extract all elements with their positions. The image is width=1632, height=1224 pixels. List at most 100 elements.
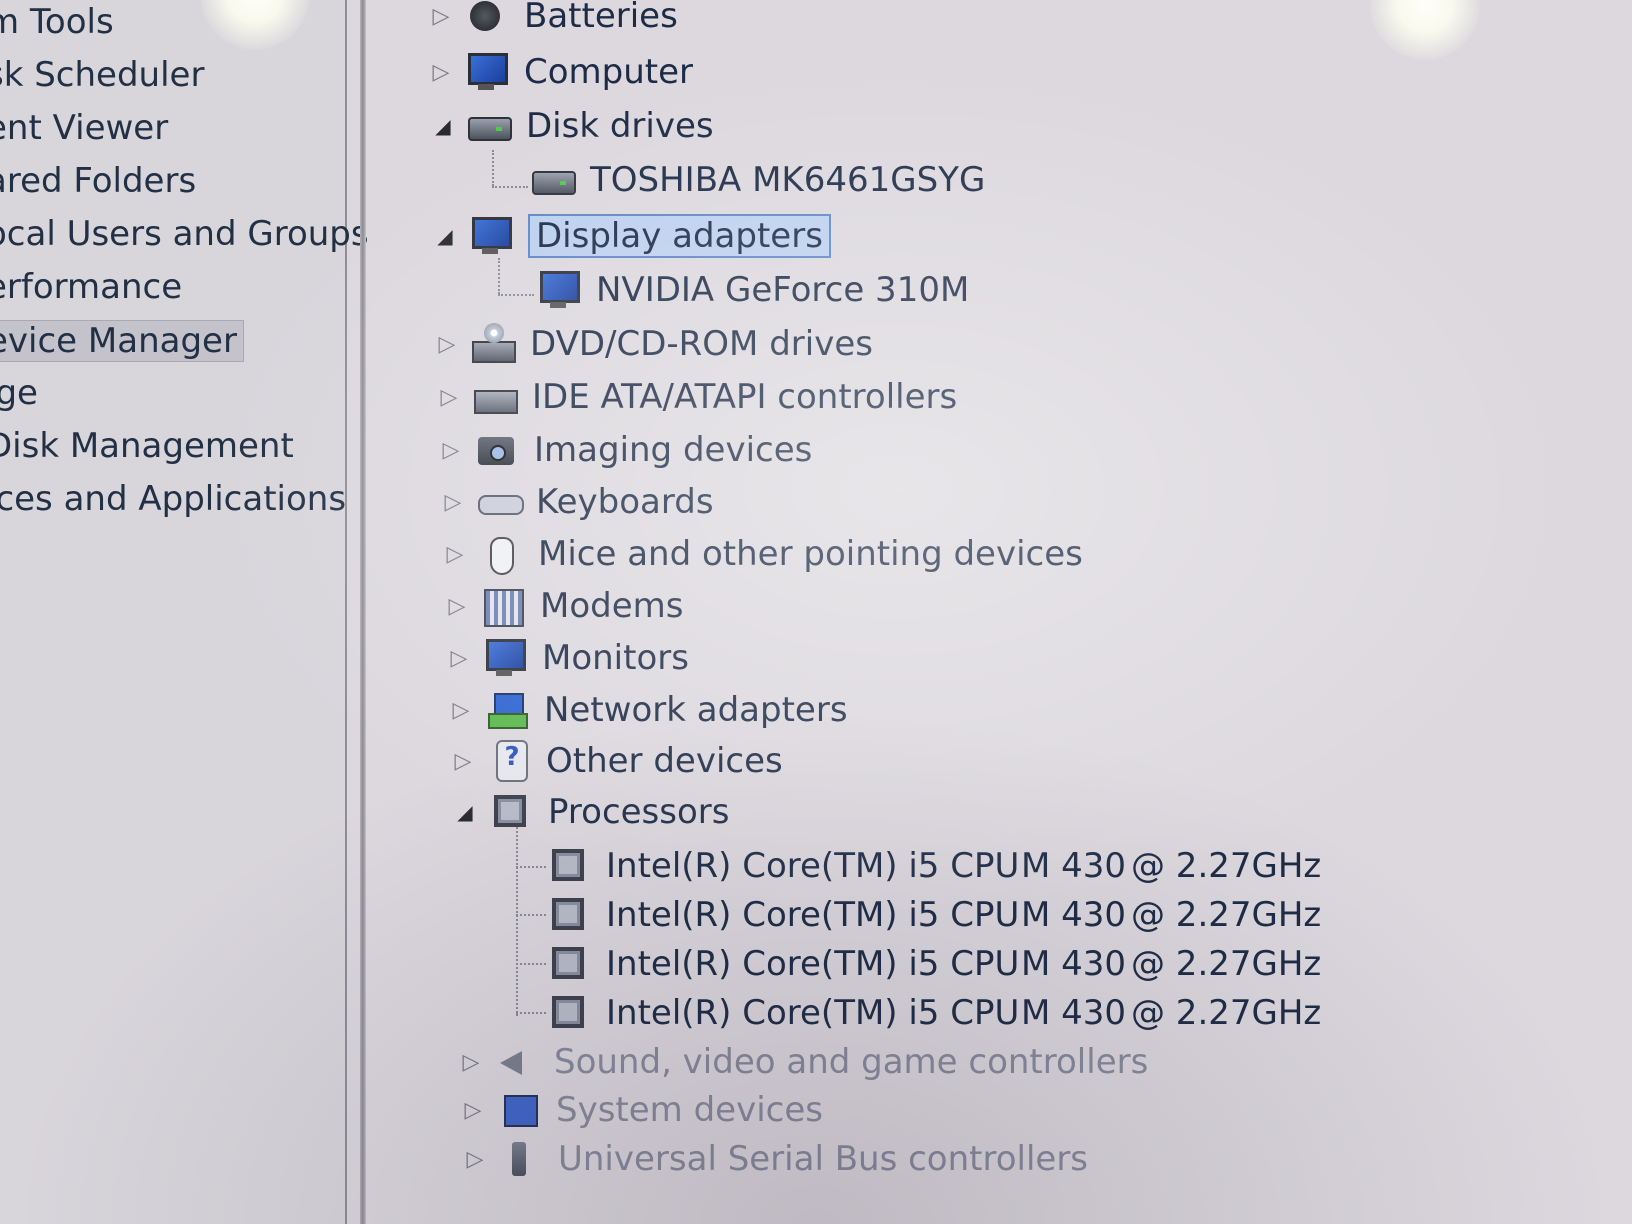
tree-node-label: Display adapters	[528, 214, 831, 258]
tree-node-label: Intel(R) Core(TM) i5 CPU M 430 @ 2.27GHz	[606, 993, 1321, 1033]
camera-icon	[474, 429, 520, 471]
processor-icon	[488, 791, 534, 833]
cpu-model: M 430	[1021, 944, 1127, 984]
cpu-speed: @ 2.27GHz	[1131, 895, 1322, 935]
ide-controller-icon	[472, 376, 518, 418]
usb-icon	[498, 1138, 544, 1180]
tree-node-label: IDE ATA/ATAPI controllers	[532, 377, 958, 417]
processor-icon	[546, 992, 592, 1034]
tree-node-label: Intel(R) Core(TM) i5 CPU M 430 @ 2.27GHz	[606, 895, 1321, 935]
tree-node-label: DVD/CD-ROM drives	[530, 324, 873, 364]
expand-icon[interactable]: ▷	[442, 490, 464, 515]
expand-icon[interactable]: ▷	[450, 698, 472, 723]
tree-node-disk-drives[interactable]: ◢ Disk drives	[432, 100, 714, 152]
tree-node-system-devices[interactable]: ▷ System devices	[462, 1084, 823, 1136]
tree-connector	[498, 258, 500, 294]
cpu-name: Intel(R) Core(TM) i5 CPU	[606, 895, 1020, 935]
network-adapter-icon	[484, 689, 530, 731]
tree-node-label: Processors	[548, 792, 730, 832]
tree-node-label: Imaging devices	[534, 430, 813, 470]
expand-icon[interactable]: ▷	[464, 1147, 486, 1172]
tree-node-sound-controllers[interactable]: ▷ Sound, video and game controllers	[460, 1036, 1149, 1088]
expand-icon[interactable]: ▷	[460, 1050, 482, 1075]
tree-node-label: Keyboards	[536, 482, 714, 522]
monitor-icon	[482, 637, 528, 679]
expand-icon[interactable]: ▷	[438, 385, 460, 410]
mouse-icon	[478, 533, 524, 575]
tree-node-label: Intel(R) Core(TM) i5 CPU M 430 @ 2.27GHz	[606, 944, 1321, 984]
battery-icon	[464, 0, 510, 37]
tree-node-cpu-2[interactable]: Intel(R) Core(TM) i5 CPU M 430 @ 2.27GHz	[546, 938, 1321, 990]
tree-node-imaging-devices[interactable]: ▷ Imaging devices	[440, 424, 813, 476]
tree-node-label: Monitors	[542, 638, 689, 678]
tree-node-label: NVIDIA GeForce 310M	[596, 270, 970, 310]
speaker-icon	[494, 1041, 540, 1083]
tree-node-display-adapters[interactable]: ◢ Display adapters	[434, 210, 831, 262]
cpu-name: Intel(R) Core(TM) i5 CPU	[606, 944, 1020, 984]
expand-icon[interactable]: ▷	[436, 332, 458, 357]
expand-icon[interactable]: ▷	[452, 749, 474, 774]
tree-connector	[516, 1012, 546, 1014]
cpu-model: M 430	[1021, 895, 1127, 935]
tree-node-cpu-0[interactable]: Intel(R) Core(TM) i5 CPU M 430 @ 2.27GHz	[546, 840, 1321, 892]
expand-icon[interactable]: ▷	[446, 594, 468, 619]
tree-node-label: Batteries	[524, 0, 678, 36]
modem-icon	[480, 585, 526, 627]
collapse-icon[interactable]: ◢	[454, 800, 476, 824]
tree-node-processors[interactable]: ◢ Processors	[454, 786, 729, 838]
cpu-speed: @ 2.27GHz	[1131, 846, 1322, 886]
keyboard-icon	[476, 481, 524, 523]
tree-node-keyboards[interactable]: ▷ Keyboards	[442, 476, 714, 528]
cpu-model: M 430	[1021, 993, 1127, 1033]
cpu-model: M 430	[1021, 846, 1127, 886]
tree-connector	[516, 963, 546, 965]
processor-icon	[546, 845, 592, 887]
tree-node-label: Other devices	[546, 741, 783, 781]
tree-node-nvidia-gpu[interactable]: NVIDIA GeForce 310M	[536, 264, 969, 316]
processor-icon	[546, 943, 592, 985]
processor-icon	[546, 894, 592, 936]
cpu-speed: @ 2.27GHz	[1131, 993, 1322, 1033]
collapse-icon[interactable]: ◢	[432, 114, 454, 138]
dvd-drive-icon	[470, 323, 516, 365]
tree-connector	[516, 866, 546, 868]
tree-connector	[516, 820, 518, 1016]
expand-icon[interactable]: ▷	[448, 646, 470, 671]
tree-node-cpu-1[interactable]: Intel(R) Core(TM) i5 CPU M 430 @ 2.27GHz	[546, 889, 1321, 941]
computer-icon	[464, 51, 510, 93]
expand-icon[interactable]: ▷	[430, 60, 452, 85]
disk-drive-icon	[530, 159, 576, 201]
display-adapter-icon	[468, 215, 514, 257]
tree-node-monitors[interactable]: ▷ Monitors	[448, 632, 689, 684]
system-device-icon	[496, 1089, 542, 1131]
tree-connector	[516, 914, 546, 916]
tree-node-label: Modems	[540, 586, 684, 626]
tree-node-other-devices[interactable]: ▷ Other devices	[452, 735, 783, 787]
tree-node-ide-controllers[interactable]: ▷ IDE ATA/ATAPI controllers	[438, 371, 958, 423]
tree-node-label: Intel(R) Core(TM) i5 CPU M 430 @ 2.27GHz	[606, 846, 1321, 886]
tree-node-network-adapters[interactable]: ▷ Network adapters	[450, 684, 848, 736]
tree-node-batteries[interactable]: ▷ Batteries	[430, 0, 678, 42]
tree-node-toshiba-disk[interactable]: TOSHIBA MK6461GSYG	[530, 154, 985, 206]
unknown-device-icon	[486, 740, 532, 782]
tree-node-label: Disk drives	[526, 106, 714, 146]
expand-icon[interactable]: ▷	[440, 438, 462, 463]
tree-node-modems[interactable]: ▷ Modems	[446, 580, 683, 632]
collapse-icon[interactable]: ◢	[434, 224, 456, 248]
expand-icon[interactable]: ▷	[444, 542, 466, 567]
tree-node-usb-controllers[interactable]: ▷ Universal Serial Bus controllers	[464, 1133, 1089, 1185]
expand-icon[interactable]: ▷	[430, 4, 452, 29]
disk-drive-icon	[466, 105, 512, 147]
expand-icon[interactable]: ▷	[462, 1098, 484, 1123]
tree-node-dvd-drives[interactable]: ▷ DVD/CD-ROM drives	[436, 318, 873, 370]
cpu-name: Intel(R) Core(TM) i5 CPU	[606, 846, 1020, 886]
tree-node-label: Sound, video and game controllers	[554, 1042, 1149, 1082]
device-tree: ▷ Batteries ▷ Computer ◢ Disk drives TOS…	[0, 0, 1632, 1224]
tree-connector	[498, 294, 534, 296]
display-adapter-icon	[536, 269, 582, 311]
tree-node-label: Universal Serial Bus controllers	[558, 1139, 1089, 1179]
tree-node-label: Mice and other pointing devices	[538, 534, 1083, 574]
tree-node-mice[interactable]: ▷ Mice and other pointing devices	[444, 528, 1083, 580]
tree-node-cpu-3[interactable]: Intel(R) Core(TM) i5 CPU M 430 @ 2.27GHz	[546, 987, 1321, 1039]
tree-node-computer[interactable]: ▷ Computer	[430, 46, 694, 98]
